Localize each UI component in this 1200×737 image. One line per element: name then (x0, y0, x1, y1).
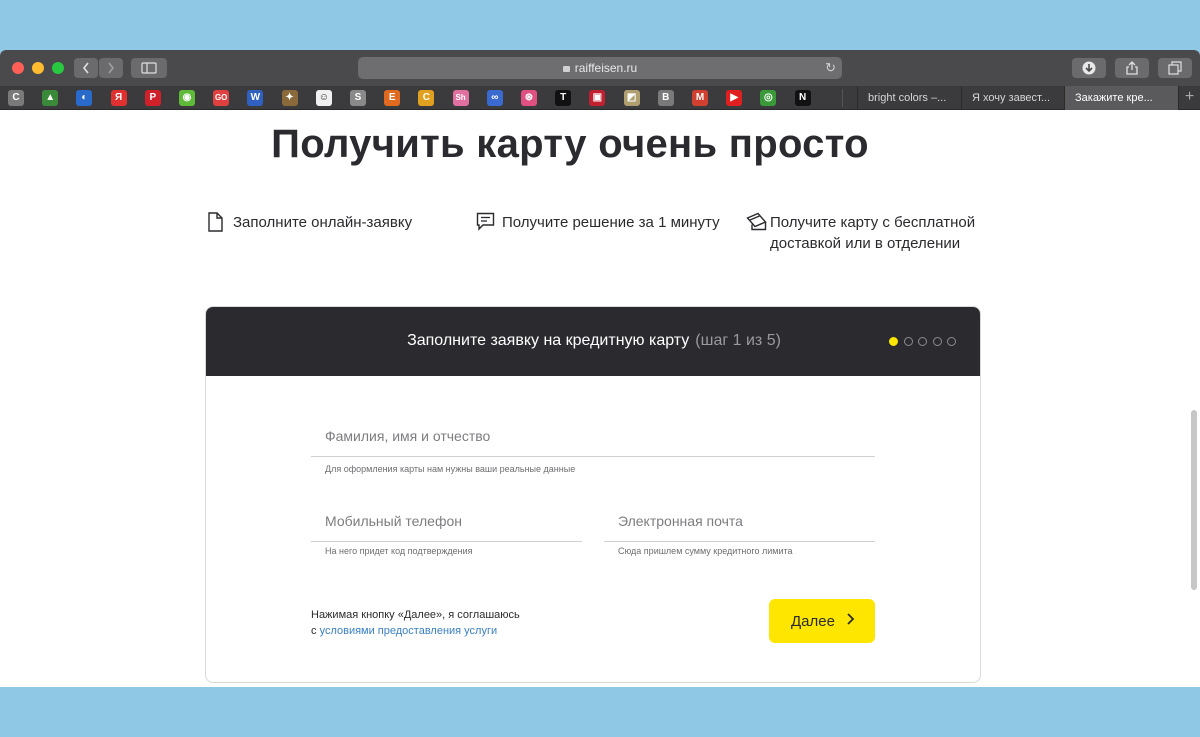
chevron-right-icon (847, 613, 855, 625)
favorite-icon[interactable]: C (8, 90, 24, 106)
step-dot-2 (903, 337, 913, 346)
application-form-card: Заполните заявку на кредитную карту (шаг … (205, 306, 981, 683)
favorite-icon[interactable]: ▣ (589, 90, 606, 106)
share-button[interactable] (1115, 58, 1149, 78)
favorite-icon[interactable]: T (555, 90, 572, 106)
next-button-label: Далее (791, 612, 835, 630)
favorite-icon[interactable]: M (692, 90, 708, 106)
agreement-line: Нажимая кнопку «Далее», я соглашаюсь (311, 609, 520, 621)
address-bar-url: raiffeisen.ru (574, 61, 638, 75)
tabs-icon (1168, 61, 1182, 75)
favorite-icon[interactable]: ◎ (760, 90, 777, 106)
step-dot-1 (889, 337, 898, 346)
favorite-icon[interactable]: ✦ (281, 90, 298, 106)
reload-icon[interactable]: ↻ (825, 57, 836, 79)
step-text: Заполните онлайн-заявку (233, 214, 413, 231)
phone-field[interactable] (311, 500, 582, 542)
downloads-button[interactable] (1072, 58, 1106, 78)
favorite-icon[interactable]: ☺ (315, 90, 332, 106)
step-text: Получите решение за 1 минуту (502, 214, 720, 231)
step-dot-3 (918, 337, 927, 346)
sidebar-icon (141, 62, 157, 74)
agreement-text: Нажимая кнопку «Далее», я соглашаюсь с у… (311, 607, 520, 639)
full-name-hint: Для оформления карты нам нужны ваши реал… (325, 464, 576, 474)
tabs-overview-button[interactable] (1158, 58, 1192, 78)
favorite-icon[interactable]: ◐ (76, 90, 93, 106)
form-step-indicator: (шаг 1 из 5) (695, 332, 781, 349)
phone-hint: На него придет код подтверждения (325, 546, 473, 556)
email-input[interactable] (604, 500, 875, 541)
back-button[interactable] (74, 58, 98, 78)
form-title: Заполните заявку на кредитную карту (шаг … (206, 332, 980, 350)
download-icon (1082, 61, 1096, 75)
favorite-icon[interactable]: ◩ (623, 90, 640, 106)
share-icon (1126, 61, 1138, 75)
tab-zakazhite-kartu[interactable]: Закажите кре... (1064, 86, 1178, 110)
favorite-icon[interactable]: N (794, 90, 811, 106)
document-icon (208, 212, 223, 232)
form-title-text: Заполните заявку на кредитную карту (407, 332, 690, 349)
email-hint: Сюда пришлем сумму кредитного лимита (618, 546, 793, 556)
browser-window: raiffeisen.ru ↻ C ▲ ◐ Я P ◉ GO W ✦ ☺ S E C Sh ∞ ⊛ T ▣ ◩ B M ▶… (0, 50, 1200, 687)
terms-link[interactable]: условиями предоставления услуги (320, 625, 498, 637)
step-text: Получите карту с бесплатной доставкой ил… (770, 214, 976, 252)
minimize-window-button[interactable] (32, 62, 44, 74)
favorites-divider (842, 89, 843, 107)
full-name-input[interactable] (311, 415, 875, 456)
favorite-icon[interactable]: ⊛ (521, 90, 537, 106)
phone-input[interactable] (311, 500, 582, 541)
favorite-icon[interactable]: GO (213, 90, 230, 106)
favorite-icon[interactable]: C (418, 90, 435, 106)
favorite-icon[interactable]: B (657, 90, 674, 106)
card-delivery-icon (746, 212, 767, 231)
next-button[interactable]: Далее (769, 599, 875, 643)
page-title: Получить карту очень просто (271, 122, 869, 166)
tab-hochu-zavesti[interactable]: Я хочу завест... (961, 86, 1064, 110)
form-header: Заполните заявку на кредитную карту (шаг … (206, 307, 980, 376)
page-content: Получить карту очень просто Заполните он… (0, 110, 1200, 687)
chat-icon (476, 212, 495, 231)
favorite-icon[interactable]: ∞ (486, 90, 503, 106)
favorite-icon[interactable]: E (384, 90, 401, 106)
favorite-icon[interactable]: ▲ (42, 90, 59, 106)
email-field[interactable] (604, 500, 875, 542)
agreement-prefix: с (311, 625, 317, 637)
full-name-field[interactable] (311, 415, 875, 457)
address-bar[interactable]: raiffeisen.ru ↻ (358, 57, 842, 79)
step-dot-4 (932, 337, 942, 346)
step-item-decision: Получите решение за 1 минуту (476, 212, 726, 233)
favorite-icon[interactable]: S (350, 90, 366, 106)
new-tab-button[interactable]: + (1178, 86, 1200, 110)
zoom-window-button[interactable] (52, 62, 64, 74)
close-window-button[interactable] (12, 62, 24, 74)
browser-toolbar: raiffeisen.ru ↻ (0, 50, 1200, 86)
step-item-application: Заполните онлайн-заявку (207, 212, 437, 233)
step-dot-5 (947, 337, 956, 346)
chevron-left-icon (82, 62, 89, 74)
tab-bright-colors[interactable]: bright colors –... (857, 86, 961, 110)
sidebar-toggle-button[interactable] (131, 58, 167, 78)
forward-button[interactable] (99, 58, 123, 78)
page-scrollbar[interactable] (1191, 410, 1197, 590)
lock-icon (562, 66, 570, 72)
favorites-bar: C ▲ ◐ Я P ◉ GO W ✦ ☺ S E C Sh ∞ ⊛ T ▣ ◩ B M ▶ ◎ N bright colors… (0, 86, 1200, 110)
favorite-icon[interactable]: ▶ (726, 90, 743, 106)
favorite-icon[interactable]: ◉ (179, 90, 195, 106)
favorite-icon[interactable]: W (247, 90, 264, 106)
favorite-icon[interactable]: P (144, 90, 161, 106)
favorite-icon[interactable]: Я (110, 90, 127, 106)
favorite-icon[interactable]: Sh (452, 90, 469, 106)
step-item-delivery: Получите карту с бесплатной доставкой ил… (746, 212, 986, 254)
chevron-right-icon (108, 62, 115, 74)
